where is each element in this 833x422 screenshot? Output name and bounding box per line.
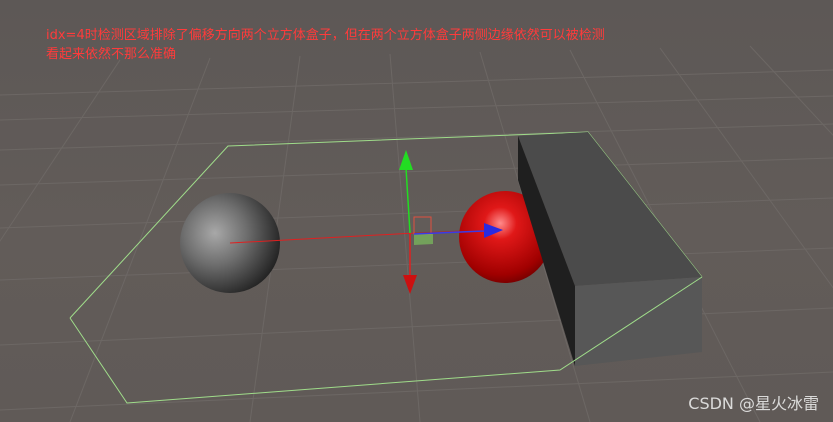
- annotation-line-2: 看起来依然不那么准确: [46, 47, 177, 62]
- y-axis-arrow-icon[interactable]: [399, 150, 413, 170]
- neg-y-axis-arrow-icon[interactable]: [403, 275, 417, 294]
- gizmo-plane-fill: [414, 233, 433, 245]
- y-axis-line: [405, 167, 411, 234]
- cube-obstacle[interactable]: [518, 132, 702, 366]
- annotation-line-1: idx=4时检测区域排除了偏移方向两个立方体盒子，但在两个立方体盒子两侧边缘依然…: [46, 28, 605, 43]
- scene-viewport[interactable]: idx=4时检测区域排除了偏移方向两个立方体盒子，但在两个立方体盒子两侧边缘依然…: [0, 0, 833, 422]
- watermark: CSDN @星火冰雷: [688, 394, 819, 413]
- annotation-text: idx=4时检测区域排除了偏移方向两个立方体盒子，但在两个立方体盒子两侧边缘依然…: [46, 26, 746, 64]
- gizmo-plane-handle[interactable]: [413, 216, 432, 235]
